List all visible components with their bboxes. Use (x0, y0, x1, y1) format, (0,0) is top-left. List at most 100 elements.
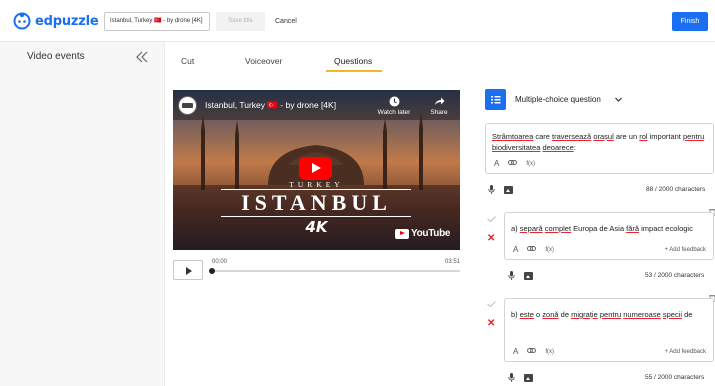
save-title-button[interactable]: Save title (216, 12, 265, 31)
link-icon[interactable] (527, 245, 537, 254)
text-format-icon[interactable]: A (494, 159, 499, 168)
formula-icon[interactable]: f(x) (526, 161, 535, 167)
play-button[interactable] (173, 260, 203, 280)
text-run: are un (613, 132, 640, 141)
youtube-play-icon[interactable] (299, 157, 332, 180)
microphone-icon[interactable] (488, 185, 495, 194)
spellcheck-word: pentru (599, 310, 622, 319)
sidebar-title: Video events (27, 51, 85, 62)
spellcheck-word: numeroase (623, 310, 661, 319)
puzzle-logo-icon (13, 12, 31, 30)
text-run: important (647, 132, 683, 141)
spellcheck-word: rol (639, 132, 648, 141)
list-icon (485, 89, 506, 110)
share-arrow-icon (434, 97, 444, 105)
question-media-row (488, 185, 513, 194)
youtube-icon (395, 228, 409, 239)
tab-questions[interactable]: Questions (334, 56, 372, 66)
overlay-turkey-text: TURKEY (289, 180, 344, 189)
spellcheck-word: traversează (552, 132, 592, 141)
active-tab-indicator (326, 70, 382, 72)
progress-bar[interactable] (211, 270, 460, 272)
spellcheck-word: Strâmtoarea (492, 132, 534, 141)
text-format-icon[interactable]: A (513, 347, 518, 356)
text-run: b) (511, 310, 520, 319)
incorrect-x-icon[interactable]: ✕ (487, 318, 495, 329)
question-text-editor[interactable]: Strâmtoarea care traversează orașul are … (485, 123, 714, 174)
watch-later-button[interactable]: Watch later (374, 96, 414, 116)
cancel-button[interactable]: Cancel (275, 12, 297, 31)
image-icon[interactable] (504, 185, 513, 194)
youtube-logo[interactable]: YouTube (395, 228, 451, 239)
clock-icon (389, 96, 399, 107)
text-run: a) (511, 224, 520, 233)
logo-text: edpuzzle (35, 13, 99, 29)
formula-icon[interactable]: f(x) (545, 349, 554, 355)
microphone-icon[interactable] (508, 271, 515, 280)
current-time: 00:00 (212, 259, 228, 265)
spellcheck-word: zonă (542, 310, 559, 319)
spellcheck-word: fără (626, 224, 640, 233)
video-events-sidebar: Video events (0, 42, 165, 386)
video-title-input[interactable]: Istanbul, Turkey 🇹🇷 - by drone [4K] (104, 12, 210, 31)
check-icon[interactable] (487, 301, 496, 307)
overlay-divider (221, 216, 411, 217)
spellcheck-word: separă (519, 224, 543, 233)
answer-format-toolbar: A f(x) (513, 347, 554, 356)
answer-media-row (508, 271, 533, 280)
formula-icon[interactable]: f(x) (545, 247, 554, 253)
text-run: de (558, 310, 572, 319)
text-run: impact ecologic (639, 224, 693, 233)
double-chevron-left-icon[interactable] (135, 50, 149, 64)
question-format-toolbar: A f(x) (494, 159, 535, 168)
video-player[interactable]: Istanbul, Turkey 🇹🇷 - by drone [4K] Watc… (173, 90, 460, 250)
video-title[interactable]: Istanbul, Turkey 🇹🇷 - by drone [4K] (205, 100, 336, 111)
question-text[interactable]: Strâmtoarea care traversează orașul are … (492, 132, 707, 153)
share-button[interactable]: Share (424, 96, 454, 116)
spellcheck-word: specii (662, 310, 683, 319)
text-run: Europa de Asia (571, 224, 627, 233)
add-feedback-button[interactable]: + Add feedback (664, 247, 706, 253)
chevron-down-icon[interactable] (614, 95, 623, 104)
youtube-logo-text: YouTube (411, 228, 451, 239)
answer-format-toolbar: A f(x) (513, 245, 554, 254)
question-character-counter: 88 / 2000 characters (646, 186, 706, 193)
answer-text[interactable]: b) este o zonă de migrație pentru numero… (511, 309, 707, 320)
edpuzzle-logo[interactable]: edpuzzle (13, 12, 99, 30)
image-icon[interactable] (524, 271, 533, 280)
overlay-istanbul-text: ISTANBUL (241, 190, 392, 215)
answer-media-row (508, 373, 533, 382)
channel-avatar[interactable] (178, 96, 197, 115)
spellcheck-word: migrație (571, 310, 598, 319)
add-feedback-button[interactable]: + Add feedback (664, 349, 706, 355)
spellcheck-word: pentru (682, 132, 705, 141)
spellcheck-word: deoarece (542, 142, 574, 152)
answer-option-b[interactable]: b) este o zonă de migrație pentru numero… (504, 298, 714, 362)
text-format-icon[interactable]: A (513, 245, 518, 254)
text-run: : (573, 142, 576, 152)
text-run: de (682, 310, 693, 319)
share-label: Share (430, 109, 448, 116)
link-icon[interactable] (508, 159, 518, 168)
answer-character-counter: 53 / 2000 characters (645, 272, 705, 279)
top-bar: edpuzzle Istanbul, Turkey 🇹🇷 - by drone … (0, 0, 715, 42)
check-icon[interactable] (487, 216, 496, 222)
image-icon[interactable] (524, 373, 533, 382)
incorrect-x-icon[interactable]: ✕ (487, 233, 495, 244)
answer-option-a[interactable]: a) separă complet Europa de Asia fără im… (504, 212, 714, 260)
spellcheck-word: este (519, 310, 534, 319)
question-type-dropdown[interactable]: Multiple-choice question (515, 95, 601, 104)
tab-voiceover[interactable]: Voiceover (245, 56, 282, 66)
watch-later-label: Watch later (377, 109, 411, 116)
microphone-icon[interactable] (508, 373, 515, 382)
spellcheck-word: orașul (593, 132, 614, 141)
tab-cut[interactable]: Cut (181, 56, 194, 66)
spellcheck-word: biodiversitatea (492, 142, 541, 152)
total-time: 03:51 (445, 259, 461, 265)
progress-scrubber-handle[interactable] (209, 268, 215, 274)
text-run: care (533, 132, 553, 141)
answer-character-counter: 55 / 2000 characters (645, 374, 705, 381)
finish-button[interactable]: Finish (672, 12, 708, 31)
link-icon[interactable] (527, 347, 537, 356)
answer-text[interactable]: a) separă complet Europa de Asia fără im… (511, 223, 707, 234)
